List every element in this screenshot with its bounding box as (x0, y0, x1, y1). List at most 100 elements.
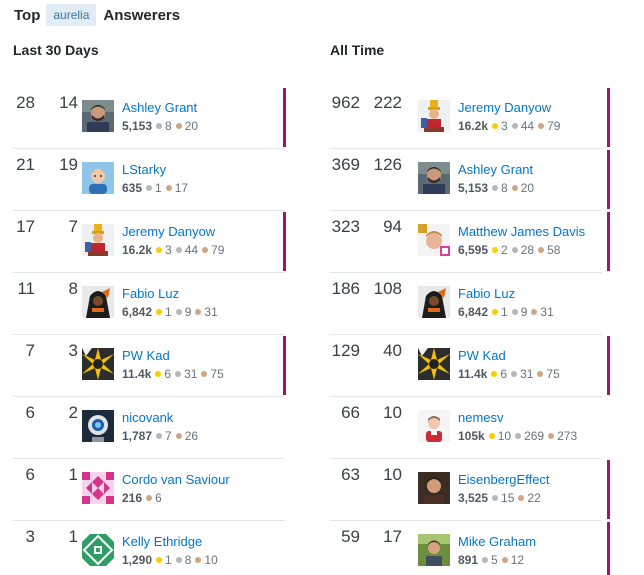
bronze-badge-count: 17 (165, 181, 188, 195)
silver-badge-count: 9 (511, 305, 527, 319)
silver-badge-count: 9 (175, 305, 191, 319)
reputation-line: 6,842 1 9 31 (458, 304, 557, 320)
bronze-badge-count: 22 (517, 491, 541, 505)
bronze-badge-count: 12 (501, 553, 524, 567)
gold-badge-count: 1 (155, 553, 172, 567)
silver-badge-count: 8 (155, 119, 172, 133)
answer-score: 6 (25, 403, 35, 422)
user-row: 59 17 Mike Graham 891 5 12 (330, 521, 610, 575)
user-name-link[interactable]: nemesv (458, 410, 580, 426)
bronze-badge-count: 75 (200, 367, 224, 381)
user-name-link[interactable]: Mike Graham (458, 534, 536, 550)
answer-score: 6 (25, 465, 35, 484)
dark-avatar[interactable] (82, 286, 114, 318)
user-name-link[interactable]: Kelly Ethridge (122, 534, 221, 550)
highlight-bar (607, 88, 610, 147)
character-avatar[interactable] (82, 224, 114, 256)
highlight-bar (283, 336, 286, 395)
user-name-link[interactable]: nicovank (122, 410, 201, 426)
green-identicon[interactable] (82, 534, 114, 566)
selfie-avatar[interactable] (418, 224, 450, 256)
robot-avatar[interactable] (82, 410, 114, 442)
user-name-link[interactable]: Ashley Grant (122, 100, 201, 116)
bronze-badge-icon (202, 246, 209, 253)
page-title: Top aurelia Answerers (14, 3, 180, 27)
user-info: EisenbergEffect 3,525 15 22 (458, 472, 550, 506)
silver-badge-icon (146, 184, 153, 191)
user-name-link[interactable]: Fabio Luz (458, 286, 557, 302)
silver-badge-count: 8 (491, 181, 508, 195)
reputation-score: 6,595 (458, 243, 489, 257)
user-row: 323 94 Matthew James Davis 6,595 2 28 58 (330, 211, 610, 273)
answer-score: 28 (16, 93, 35, 112)
photo-avatar[interactable] (82, 100, 114, 132)
bronze-badge-icon (538, 246, 545, 253)
bronze-badge-icon (195, 308, 202, 315)
user-name-link[interactable]: Jeremy Danyow (122, 224, 227, 240)
reputation-score: 16.2k (122, 243, 153, 257)
highlight-bar (607, 212, 610, 271)
silver-badge-icon (156, 122, 163, 129)
reputation-line: 11.4k 6 31 75 (122, 366, 227, 382)
outdoor-avatar[interactable] (418, 534, 450, 566)
user-name-link[interactable]: Ashley Grant (458, 162, 537, 178)
silver-badge-icon (492, 494, 499, 501)
answer-score: 3 (25, 527, 35, 546)
bronze-badge-icon (531, 308, 538, 315)
answer-score: 323 (331, 217, 360, 236)
dark-avatar[interactable] (418, 286, 450, 318)
silver-badge-count: 15 (491, 491, 514, 505)
bronze-badge-count: 79 (201, 243, 224, 257)
answer-score: 962 (331, 93, 360, 112)
pink-identicon[interactable] (82, 472, 114, 504)
bronze-badge-count: 20 (175, 119, 198, 133)
user-name-link[interactable]: LStarky (122, 162, 191, 178)
silver-badge-count: 8 (175, 553, 191, 567)
silver-badge-count: 7 (155, 429, 172, 443)
reputation-line: 16.2k 3 44 79 (458, 118, 563, 134)
burst-avatar[interactable] (82, 348, 114, 380)
bronze-badge-count: 75 (536, 367, 560, 381)
all-time-column: All Time (330, 40, 602, 60)
bronze-badge-count: 79 (537, 119, 560, 133)
column-heading: All Time (330, 42, 385, 58)
user-name-link[interactable]: Matthew James Davis (458, 224, 585, 240)
bronze-badge-icon (146, 494, 153, 501)
answer-count: 3 (68, 341, 78, 360)
silver-badge-icon (515, 432, 522, 439)
user-name-link[interactable]: PW Kad (458, 348, 563, 364)
answer-score: 11 (17, 279, 35, 298)
user-name-link[interactable]: PW Kad (122, 348, 227, 364)
answer-score: 66 (341, 403, 360, 422)
user-name-link[interactable]: Cordo van Saviour (122, 472, 230, 488)
reputation-score: 6,842 (458, 305, 489, 319)
reputation-line: 5,153 8 20 (458, 180, 537, 196)
answer-score: 186 (331, 279, 360, 298)
reputation-line: 105k 10 269 273 (458, 428, 580, 444)
user-name-link[interactable]: Jeremy Danyow (458, 100, 563, 116)
answer-count: 1 (68, 527, 78, 546)
bronze-badge-count: 31 (530, 305, 554, 319)
bronze-badge-icon (538, 122, 545, 129)
photo-avatar[interactable] (418, 162, 450, 194)
user-row: 962 222 Jeremy Danyow 16.2k 3 44 79 (330, 87, 610, 149)
bronze-badge-count: 6 (145, 491, 162, 505)
reputation-score: 105k (458, 429, 485, 443)
silver-badge-count: 44 (175, 243, 198, 257)
reputation-score: 5,153 (122, 119, 153, 133)
burst-avatar[interactable] (418, 348, 450, 380)
user-info: Fabio Luz 6,842 1 9 31 (458, 286, 557, 320)
silver-badge-icon (511, 370, 518, 377)
bronze-badge-icon (501, 556, 508, 563)
portrait-avatar[interactable] (418, 410, 450, 442)
user-name-link[interactable]: EisenbergEffect (458, 472, 550, 488)
cartoon-avatar[interactable] (82, 162, 114, 194)
reputation-score: 5,153 (458, 181, 489, 195)
tag-aurelia[interactable]: aurelia (46, 4, 97, 26)
user-name-link[interactable]: Fabio Luz (122, 286, 221, 302)
gold-badge-count: 3 (155, 243, 172, 257)
character-avatar[interactable] (418, 100, 450, 132)
silver-badge-count: 44 (511, 119, 534, 133)
man-avatar[interactable] (418, 472, 450, 504)
user-info: Matthew James Davis 6,595 2 28 58 (458, 224, 585, 258)
